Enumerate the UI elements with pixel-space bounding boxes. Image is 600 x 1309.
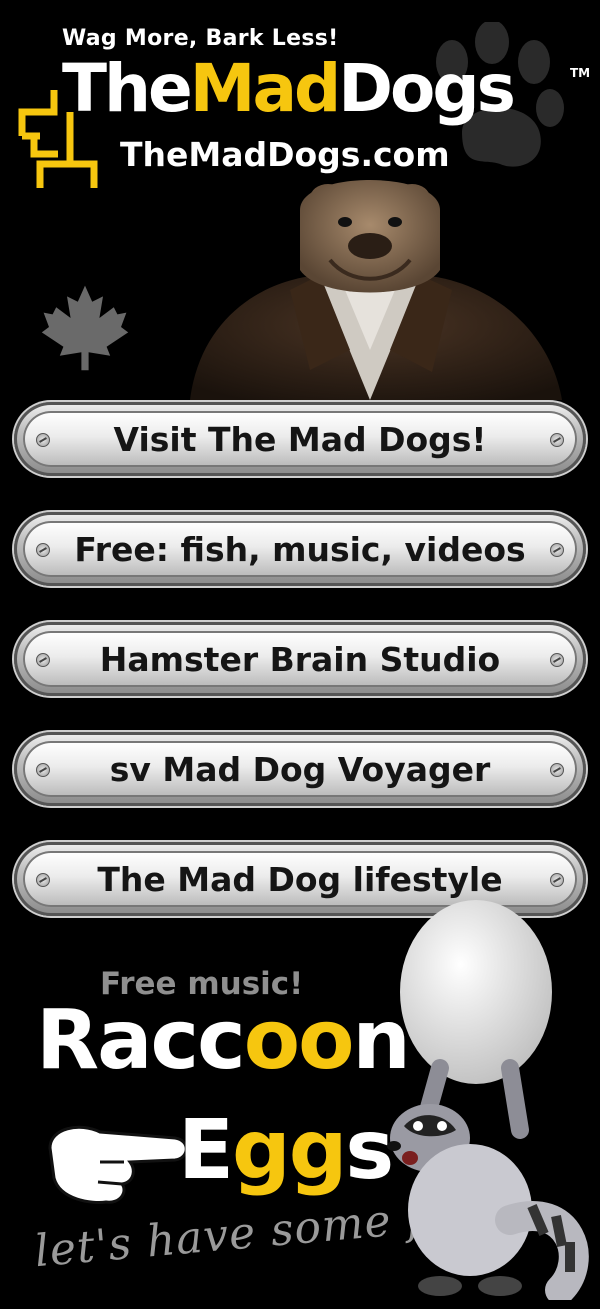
screw-icon <box>36 873 50 887</box>
screw-icon <box>36 653 50 667</box>
screw-icon <box>550 653 564 667</box>
bulldog-image <box>190 180 562 400</box>
mad-dog-voyager-button[interactable]: sv Mad Dog Voyager <box>14 732 586 806</box>
hamster-brain-studio-button[interactable]: Hamster Brain Studio <box>14 622 586 696</box>
pointing-hand-icon <box>48 1125 188 1204</box>
button-label: Hamster Brain Studio <box>99 639 501 679</box>
screw-icon <box>550 873 564 887</box>
button-label: Visit The Mad Dogs! <box>113 419 487 459</box>
brand-the: The <box>62 50 193 127</box>
tagline: Wag More, Bark Less! <box>62 26 339 51</box>
screw-icon <box>550 763 564 777</box>
visit-mad-dogs-button[interactable]: Visit The Mad Dogs! <box>14 402 586 476</box>
maple-leaf-icon <box>41 285 129 371</box>
free-fish-music-videos-button[interactable]: Free: fish, music, videos <box>14 512 586 586</box>
brand-dogs: Dogs <box>338 50 516 127</box>
screw-icon <box>36 543 50 557</box>
screw-icon <box>550 543 564 557</box>
trademark-mark: TM <box>570 66 591 80</box>
screw-icon <box>550 433 564 447</box>
brand-mad: Mad <box>189 50 341 127</box>
button-label: The Mad Dog lifestyle <box>97 859 503 899</box>
screw-icon <box>36 433 50 447</box>
promo-title-line1: Raccoon <box>36 993 411 1088</box>
brand-logo: TheMadDogs <box>62 56 516 122</box>
button-label: Free: fish, music, videos <box>74 529 526 569</box>
screw-icon <box>36 763 50 777</box>
raccoon-egg-image <box>387 900 589 1300</box>
button-label: sv Mad Dog Voyager <box>109 749 491 789</box>
